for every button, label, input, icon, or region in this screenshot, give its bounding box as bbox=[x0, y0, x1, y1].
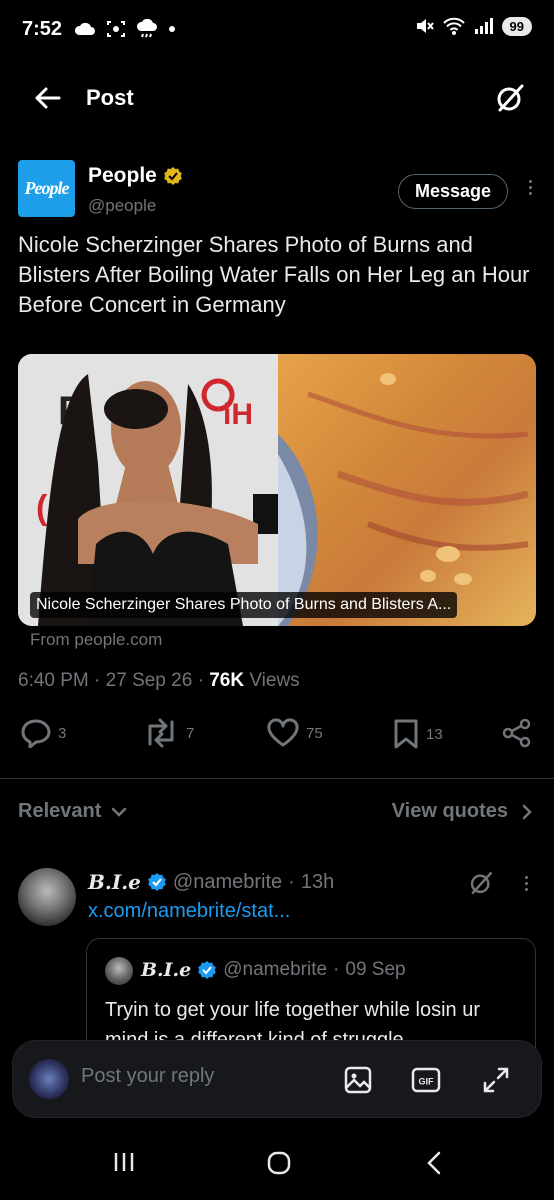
chevron-down-icon bbox=[112, 807, 127, 817]
home-icon bbox=[267, 1151, 291, 1175]
signal-icon bbox=[474, 18, 493, 34]
logo-text: People bbox=[24, 178, 70, 198]
home-button[interactable] bbox=[266, 1150, 292, 1181]
dot-icon bbox=[169, 26, 176, 32]
author-name[interactable]: People bbox=[88, 164, 183, 188]
reply-more-icon[interactable] bbox=[525, 876, 528, 891]
sort-label: Relevant bbox=[18, 800, 102, 822]
media-card[interactable]: P iH ( Nicole S bbox=[18, 354, 536, 626]
screenshot-icon bbox=[107, 21, 126, 37]
weather-icon bbox=[137, 19, 158, 38]
view-quotes-link[interactable]: View quotes bbox=[392, 800, 532, 823]
expand-button[interactable] bbox=[481, 1065, 511, 1100]
svg-text:(: ( bbox=[36, 489, 48, 527]
meta-sep-2: · bbox=[197, 670, 204, 691]
header: Post bbox=[0, 72, 554, 124]
grok-icon bbox=[497, 84, 524, 112]
bookmark-count: 13 bbox=[426, 725, 443, 743]
reply-button[interactable]: 3 bbox=[20, 718, 66, 748]
repost-button[interactable]: 7 bbox=[142, 718, 194, 748]
quote-display-name: B.I.e bbox=[141, 959, 192, 981]
back-nav-icon bbox=[427, 1151, 441, 1175]
post-date: 27 Sep 26 bbox=[105, 670, 193, 691]
card-caption: Nicole Scherzinger Shares Photo of Burns… bbox=[30, 592, 458, 618]
post-author: People People @people Message bbox=[18, 160, 538, 220]
quote-handle: @namebrite bbox=[223, 959, 328, 980]
quote-sep: · bbox=[333, 959, 340, 980]
reply-handle[interactable]: @namebrite bbox=[173, 871, 282, 894]
page-title: Post bbox=[86, 85, 134, 110]
view-quotes-label: View quotes bbox=[391, 800, 508, 822]
repost-count: 7 bbox=[186, 724, 195, 742]
status-time: 7:52 bbox=[22, 17, 63, 40]
recents-button[interactable] bbox=[112, 1150, 136, 1179]
status-left-icons bbox=[74, 19, 176, 39]
verified-blue-icon bbox=[198, 961, 217, 979]
expand-icon bbox=[483, 1067, 509, 1093]
share-button[interactable] bbox=[502, 718, 532, 748]
cloud-icon bbox=[75, 22, 96, 35]
meta-sep-1: · bbox=[94, 670, 101, 691]
like-count: 75 bbox=[306, 724, 323, 742]
image-button[interactable] bbox=[343, 1065, 373, 1100]
image-icon bbox=[344, 1066, 372, 1094]
reply-icon bbox=[21, 719, 51, 748]
recents-icon bbox=[114, 1153, 134, 1171]
user-avatar bbox=[29, 1059, 69, 1099]
repost-icon bbox=[148, 718, 174, 748]
gif-button[interactable]: GIF bbox=[411, 1065, 441, 1100]
reply-grok-button[interactable] bbox=[468, 870, 494, 901]
reply-input[interactable] bbox=[81, 1065, 321, 1088]
reply-display-name[interactable]: B.I.e bbox=[88, 870, 141, 894]
back-nav-button[interactable] bbox=[424, 1150, 444, 1181]
system-nav-bar bbox=[0, 1130, 554, 1200]
quote-date: 09 Sep bbox=[345, 959, 406, 980]
grok-icon bbox=[470, 872, 492, 894]
reply-link[interactable]: x.com/namebrite/stat... bbox=[88, 900, 290, 923]
grok-button[interactable] bbox=[494, 82, 526, 119]
bookmark-button[interactable]: 13 bbox=[392, 718, 443, 750]
post-text: Nicole Scherzinger Shares Photo of Burns… bbox=[18, 232, 530, 317]
views-count: 76K bbox=[209, 670, 245, 691]
sort-dropdown[interactable]: Relevant bbox=[18, 800, 127, 823]
reply-header: B.I.e @namebrite · 13h bbox=[88, 870, 334, 894]
views-label: Views bbox=[249, 670, 300, 691]
reply-count: 3 bbox=[58, 724, 67, 742]
post-meta: 6:40 PM · 27 Sep 26 · 76K Views bbox=[18, 670, 300, 692]
reply-time: 13h bbox=[300, 870, 335, 893]
card-source[interactable]: From people.com bbox=[30, 630, 162, 650]
like-button[interactable]: 75 bbox=[266, 718, 323, 748]
status-right: 99 bbox=[414, 16, 532, 36]
more-options-icon[interactable] bbox=[529, 180, 532, 195]
people-logo[interactable]: People bbox=[18, 160, 75, 217]
verified-gold-icon bbox=[164, 167, 182, 185]
quote-avatar bbox=[105, 957, 133, 985]
quote-header: B.I.e @namebrite · 09 Sep bbox=[141, 959, 406, 981]
heart-icon bbox=[267, 718, 299, 747]
share-icon bbox=[502, 718, 531, 748]
bookmark-icon bbox=[394, 719, 418, 749]
photo-burn bbox=[278, 354, 536, 626]
reply-composer: GIF bbox=[12, 1040, 542, 1118]
reply-sep: · bbox=[288, 870, 295, 893]
battery-indicator: 99 bbox=[501, 16, 532, 36]
divider bbox=[0, 778, 554, 779]
chevron-right-icon bbox=[522, 804, 532, 819]
reply-avatar[interactable] bbox=[18, 868, 76, 926]
photo-nicole: P iH ( bbox=[18, 354, 278, 626]
gif-icon: GIF bbox=[411, 1067, 441, 1093]
author-name-text: People bbox=[88, 164, 157, 187]
message-button[interactable]: Message bbox=[397, 174, 508, 209]
action-bar: 3 7 75 13 bbox=[18, 718, 538, 758]
gif-text: GIF bbox=[419, 1077, 435, 1087]
arrow-left-icon bbox=[35, 87, 61, 109]
wifi-icon bbox=[442, 17, 465, 35]
back-button[interactable] bbox=[32, 83, 62, 113]
author-handle[interactable]: @people bbox=[88, 196, 156, 216]
verified-blue-icon bbox=[148, 873, 166, 891]
post-time: 6:40 PM bbox=[18, 670, 89, 691]
status-bar: 7:52 99 bbox=[0, 0, 554, 58]
mute-icon bbox=[416, 19, 434, 33]
